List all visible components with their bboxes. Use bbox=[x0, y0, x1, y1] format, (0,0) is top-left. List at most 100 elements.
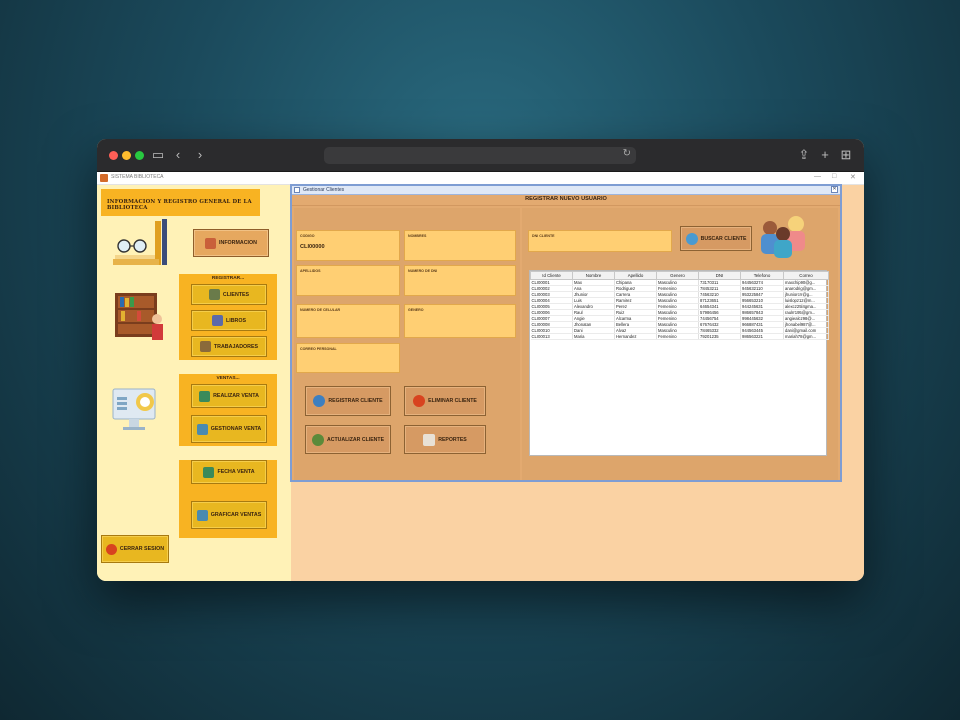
dni-label: NUMERO DE DNI bbox=[408, 269, 438, 273]
app-minimize-icon[interactable]: — bbox=[814, 173, 821, 180]
codigo-label: CODIGO bbox=[300, 234, 315, 238]
ventas-group-title: VENTAS... bbox=[216, 376, 240, 381]
info-button[interactable]: INFORMACION bbox=[193, 229, 269, 257]
col-telefono[interactable]: Telefono bbox=[740, 271, 784, 280]
gestionar-clientes-dialog: Gestionar Clientes ✕ REGISTRAR NUEVO USU… bbox=[290, 184, 842, 482]
registrar-cliente-button[interactable]: REGISTRAR CLIENTE bbox=[305, 386, 391, 416]
back-icon[interactable]: ‹ bbox=[169, 146, 187, 164]
app-title: SISTEMA BIBLIOTECA bbox=[111, 174, 164, 180]
genero-label: GENERO bbox=[408, 308, 424, 312]
realizar-venta-button[interactable]: REALIZAR VENTA bbox=[191, 384, 267, 408]
col-correo[interactable]: Correo bbox=[783, 271, 829, 280]
graficar-ventas-button[interactable]: GRAFICAR VENTAS bbox=[191, 501, 267, 529]
dialog-title: Gestionar Clientes bbox=[303, 187, 345, 193]
table-header-row: Id Cliente Nombre Apellido Genero DNI Te… bbox=[530, 271, 829, 280]
update-user-icon bbox=[311, 433, 324, 446]
browser-window: ▭ ‹ › ↻ ⇪ + ⊞ SISTEMA BIBLIOTECA — □ ✕ I… bbox=[97, 139, 864, 581]
info-button-label: INFORMACION bbox=[219, 240, 257, 246]
dialog-close-icon[interactable]: ✕ bbox=[831, 186, 838, 193]
bookshelf-illustration bbox=[115, 293, 163, 340]
fecha-venta-label: FECHA VENTA bbox=[217, 469, 255, 475]
actualizar-cliente-label: ACTUALIZAR CLIENTE bbox=[326, 436, 385, 443]
books-icon bbox=[211, 315, 223, 326]
close-window-button[interactable] bbox=[109, 151, 118, 160]
trabajadores-button-label: TRABAJADORES bbox=[213, 343, 259, 350]
celular-field[interactable]: NUMERO DE CELULAR bbox=[296, 304, 400, 338]
maximize-window-button[interactable] bbox=[135, 151, 144, 160]
dialog-titlebar: Gestionar Clientes ✕ bbox=[292, 186, 840, 195]
delete-user-icon bbox=[413, 395, 426, 407]
nombres-field[interactable]: NOMBRES bbox=[404, 230, 516, 261]
sidebar: INFORMACION Y REGISTRO GENERAL DE LA BIB… bbox=[97, 185, 291, 581]
table-row[interactable]: CLI00013 Maria Hernandez Femenino 79201235 98… bbox=[530, 333, 829, 340]
col-id-cliente[interactable]: Id Cliente bbox=[530, 271, 573, 280]
correo-label: CORREO PERSONAL bbox=[300, 347, 337, 351]
computer-illustration bbox=[112, 388, 156, 430]
realizar-venta-label: REALIZAR VENTA bbox=[213, 393, 259, 399]
eliminar-cliente-button[interactable]: ELIMINAR CLIENTE bbox=[404, 386, 486, 416]
clients-icon bbox=[208, 289, 220, 300]
celular-label: NUMERO DE CELULAR bbox=[300, 308, 341, 312]
buscar-cliente-label: BUSCAR CLIENTE bbox=[700, 235, 747, 242]
actualizar-cliente-button[interactable]: ACTUALIZAR CLIENTE bbox=[305, 425, 391, 454]
dni-field[interactable]: NUMERO DE DNI bbox=[404, 265, 516, 296]
app-icon bbox=[100, 174, 108, 182]
apellidos-label: APELLIDOS bbox=[300, 269, 321, 273]
gestionar-venta-label: GESTIONAR VENTA bbox=[210, 426, 262, 432]
registrar-group-title: REGISTRAR... bbox=[211, 276, 245, 281]
share-icon[interactable]: ⇪ bbox=[795, 146, 813, 164]
fecha-venta-button[interactable]: FECHA VENTA bbox=[191, 460, 267, 484]
codigo-field[interactable]: CODIGO CLI00000 bbox=[296, 230, 400, 261]
col-genero[interactable]: Genero bbox=[656, 271, 699, 280]
buscar-cliente-button[interactable]: BUSCAR CLIENTE bbox=[680, 226, 752, 251]
app-close-icon[interactable]: ✕ bbox=[850, 173, 856, 181]
manage-sales-icon bbox=[196, 423, 208, 435]
books-glasses-illustration bbox=[113, 219, 167, 265]
add-user-icon bbox=[313, 395, 326, 407]
sidebar-header: INFORMACION Y REGISTRO GENERAL DE LA BIB… bbox=[101, 189, 260, 216]
clientes-button[interactable]: CLIENTES bbox=[191, 284, 267, 305]
app-maximize-icon[interactable]: □ bbox=[832, 173, 836, 180]
correo-field[interactable]: CORREO PERSONAL bbox=[296, 343, 400, 373]
form-title: REGISTRAR NUEVO USUARIO bbox=[292, 196, 840, 206]
browser-titlebar: ▭ ‹ › ↻ ⇪ + ⊞ bbox=[97, 139, 864, 172]
graficas-group: GRAFICAS... FECHA VENTA GRAFICAR VENTAS bbox=[179, 460, 277, 538]
apellidos-field[interactable]: APELLIDOS bbox=[296, 265, 400, 296]
dialog-icon bbox=[294, 187, 300, 193]
cerrar-sesion-label: CERRAR SESION bbox=[119, 546, 165, 552]
dni-cliente-field[interactable]: DNI CLIENTE bbox=[528, 230, 672, 252]
table-cell: Femenino bbox=[656, 333, 699, 340]
col-nombre[interactable]: Nombre bbox=[572, 271, 615, 280]
libros-button[interactable]: LIBROS bbox=[191, 310, 267, 331]
table-cell: mariah78@gm... bbox=[783, 333, 829, 340]
form-panel: CODIGO CLI00000 NOMBRES APELLIDOS NUMERO… bbox=[294, 208, 520, 480]
tab-overview-icon[interactable]: ⊞ bbox=[837, 146, 855, 164]
dni-cliente-label: DNI CLIENTE bbox=[532, 234, 555, 238]
table-cell: Maria bbox=[572, 333, 615, 340]
cerrar-sesion-button[interactable]: CERRAR SESION bbox=[101, 535, 169, 563]
new-tab-icon[interactable]: + bbox=[816, 146, 834, 164]
sidebar-toggle-icon[interactable]: ▭ bbox=[149, 146, 167, 164]
nombres-label: NOMBRES bbox=[408, 234, 427, 238]
libros-button-label: LIBROS bbox=[225, 317, 246, 324]
registrar-group: REGISTRAR... CLIENTES LIBROS TRABAJADORE… bbox=[179, 274, 277, 360]
clientes-button-label: CLIENTES bbox=[222, 291, 250, 298]
ventas-group: VENTAS... REALIZAR VENTA GESTIONAR VENTA bbox=[179, 374, 277, 446]
genero-field[interactable]: GENERO bbox=[404, 304, 516, 338]
trabajadores-button[interactable]: TRABAJADORES bbox=[191, 336, 267, 357]
info-icon bbox=[205, 237, 217, 249]
table-body: CLI00001 Max Chipana Masculino 73170311 94456… bbox=[530, 279, 829, 340]
gestionar-venta-button[interactable]: GESTIONAR VENTA bbox=[191, 415, 267, 443]
reportes-label: REPORTES bbox=[438, 436, 467, 443]
sale-icon bbox=[199, 390, 211, 402]
col-dni[interactable]: DNI bbox=[698, 271, 741, 280]
reload-icon[interactable]: ↻ bbox=[623, 148, 631, 159]
reportes-button[interactable]: REPORTES bbox=[404, 425, 486, 454]
address-bar[interactable]: ↻ bbox=[324, 147, 636, 164]
col-apellido[interactable]: Apellido bbox=[614, 271, 657, 280]
date-sale-icon bbox=[203, 466, 215, 478]
table-cell: CLI00013 bbox=[530, 333, 573, 340]
minimize-window-button[interactable] bbox=[122, 151, 131, 160]
clients-table[interactable]: Id Cliente Nombre Apellido Genero DNI Te… bbox=[529, 270, 829, 456]
forward-icon[interactable]: › bbox=[191, 146, 209, 164]
